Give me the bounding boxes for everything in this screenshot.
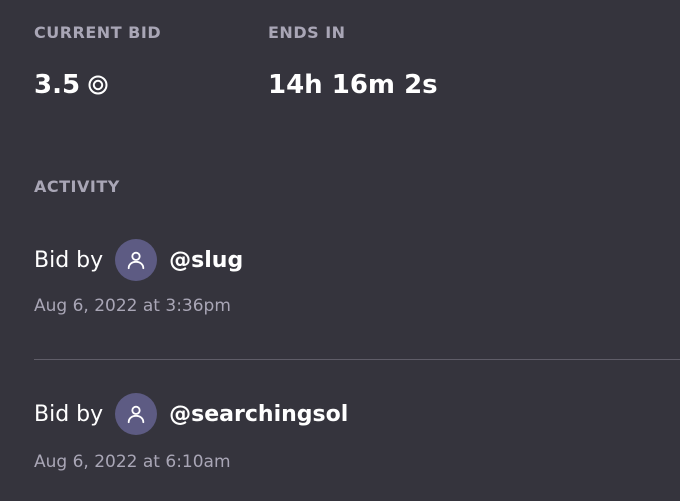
bidder-handle-link[interactable]: @searchingsol: [169, 402, 348, 427]
bid-timestamp: Aug 6, 2022 at 3:36pm: [34, 296, 231, 316]
ends-in-label: ENDS IN: [268, 23, 346, 42]
bid-timestamp: Aug 6, 2022 at 6:10am: [34, 452, 231, 472]
activity-item: Bid by @slug: [34, 238, 243, 282]
current-bid-value: 3.5: [34, 70, 81, 100]
current-bid-value-group: 3.5: [34, 69, 108, 101]
ends-in-countdown: 14h 16m 2s: [268, 70, 438, 100]
current-bid-label: CURRENT BID: [34, 23, 162, 42]
user-icon: [127, 251, 145, 270]
bid-by-text: Bid by: [34, 401, 104, 427]
bidder-handle-link[interactable]: @slug: [169, 248, 243, 273]
sol-coin-icon: [88, 75, 108, 95]
avatar[interactable]: [115, 393, 158, 435]
avatar[interactable]: [115, 239, 158, 281]
activity-label: ACTIVITY: [34, 177, 120, 196]
bid-by-text: Bid by: [34, 247, 104, 273]
divider: [34, 359, 680, 360]
user-icon: [127, 405, 145, 424]
activity-item: Bid by @searchingsol: [34, 392, 348, 436]
